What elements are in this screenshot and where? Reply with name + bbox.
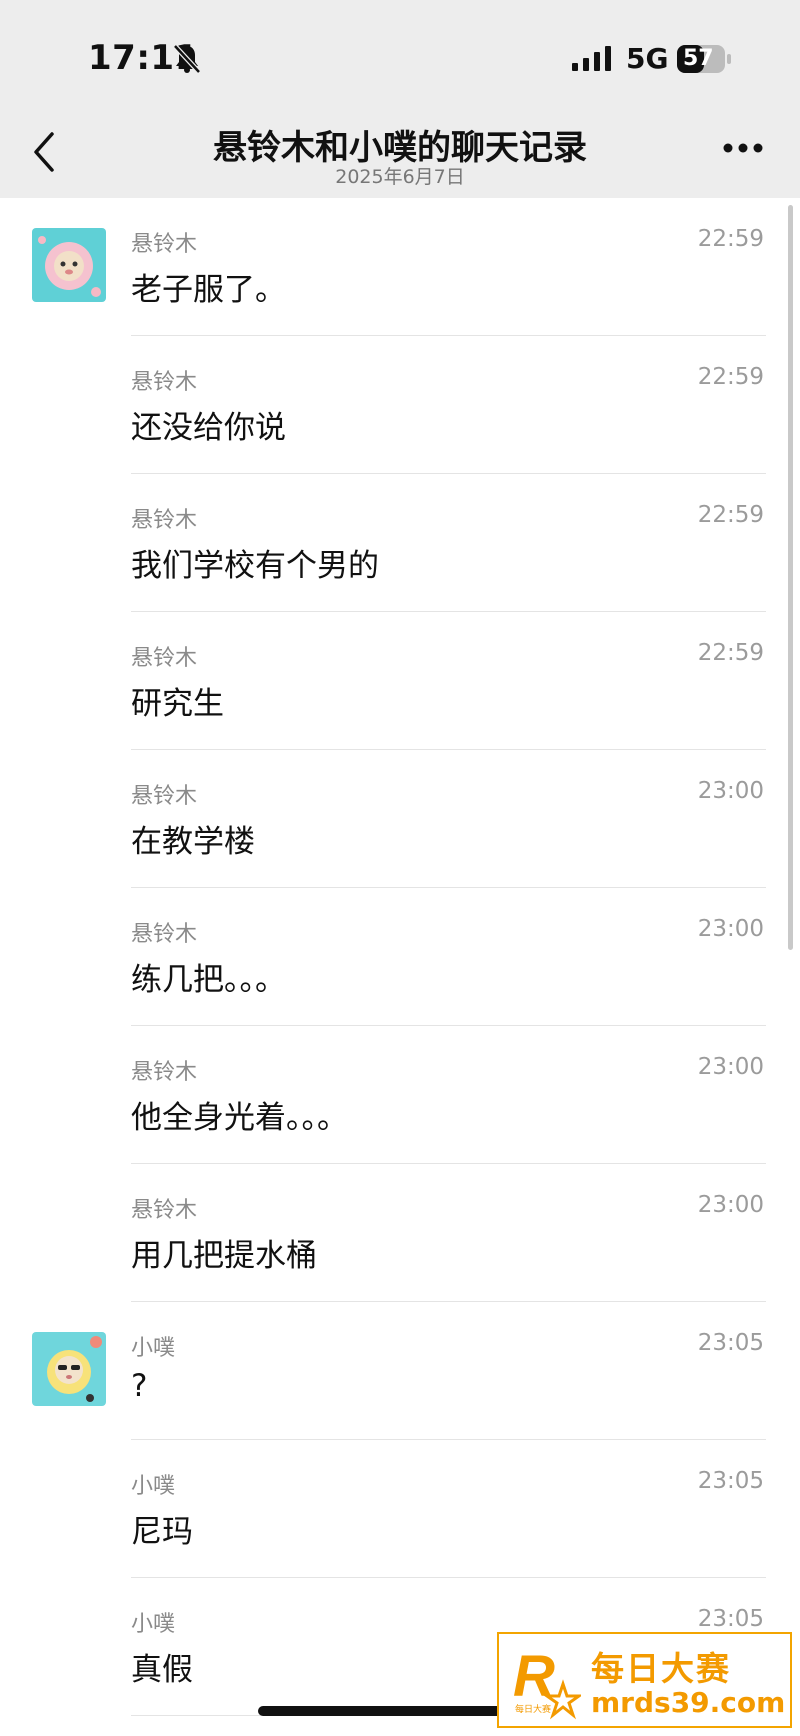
sender-name: 悬铃木 bbox=[131, 646, 198, 671]
avatar[interactable] bbox=[32, 228, 106, 302]
list-item[interactable]: 悬铃木 23:00 在教学楼 bbox=[0, 750, 800, 888]
sender-name: 悬铃木 bbox=[131, 1198, 198, 1223]
svg-text:每日大赛: 每日大赛 bbox=[515, 1703, 551, 1715]
watermark-logo: R 每日大赛 bbox=[513, 1644, 581, 1720]
watermark-url: mrds39.com bbox=[591, 1686, 786, 1719]
message-time: 22:59 bbox=[697, 226, 764, 252]
message-time: 23:00 bbox=[697, 1192, 764, 1218]
message-text: 练几把。。。 bbox=[131, 962, 286, 998]
list-item[interactable]: 悬铃木 23:00 他全身光着。。。 bbox=[0, 1026, 800, 1164]
sender-name: 小噗 bbox=[131, 1612, 176, 1637]
sender-name: 悬铃木 bbox=[131, 508, 198, 533]
list-item[interactable]: 悬铃木 23:00 用几把提水桶 bbox=[0, 1164, 800, 1302]
message-time: 23:05 bbox=[697, 1468, 764, 1494]
message-time: 23:05 bbox=[697, 1606, 764, 1632]
list-item[interactable]: 悬铃木 22:59 研究生 bbox=[0, 612, 800, 750]
message-text: 我们学校有个男的 bbox=[131, 548, 379, 584]
avatar[interactable] bbox=[32, 1332, 106, 1406]
message-text: 用几把提水桶 bbox=[131, 1238, 317, 1274]
message-time: 22:59 bbox=[697, 364, 764, 390]
message-text: 尼玛 bbox=[131, 1514, 193, 1550]
battery-level: 57 bbox=[683, 46, 714, 71]
message-text: 还没给你说 bbox=[131, 410, 286, 446]
message-time: 23:00 bbox=[697, 916, 764, 942]
list-item[interactable]: 悬铃木 22:59 我们学校有个男的 bbox=[0, 474, 800, 612]
page-date: 2025年6月7日 bbox=[335, 166, 465, 188]
bell-slash-icon bbox=[173, 44, 201, 74]
message-time: 23:00 bbox=[697, 778, 764, 804]
sender-name: 悬铃木 bbox=[131, 232, 198, 257]
message-text: 真假 bbox=[131, 1652, 193, 1688]
sender-name: 小噗 bbox=[131, 1474, 176, 1499]
message-text: 研究生 bbox=[131, 686, 224, 722]
list-item[interactable]: 悬铃木 22:59 还没给你说 bbox=[0, 336, 800, 474]
message-text: ? bbox=[131, 1368, 148, 1404]
more-button[interactable] bbox=[722, 142, 764, 154]
list-item[interactable]: 悬铃木 23:00 练几把。。。 bbox=[0, 888, 800, 1026]
message-time: 23:00 bbox=[697, 1054, 764, 1080]
list-item[interactable]: 小噗 23:05 尼玛 bbox=[0, 1440, 800, 1578]
sender-name: 悬铃木 bbox=[131, 1060, 198, 1085]
watermark: R 每日大赛 每日大赛 mrds39.com bbox=[497, 1632, 792, 1728]
message-list: 悬铃木 22:59 老子服了。 悬铃木 22:59 还没给你说 悬铃木 22:5… bbox=[0, 198, 800, 1716]
watermark-title: 每日大赛 bbox=[591, 1649, 731, 1688]
message-time: 23:05 bbox=[697, 1330, 764, 1356]
network-label: 5G bbox=[626, 42, 669, 75]
signal-bars-icon bbox=[572, 46, 611, 71]
sender-name: 小噗 bbox=[131, 1336, 176, 1361]
list-item[interactable]: 悬铃木 22:59 老子服了。 bbox=[0, 198, 800, 336]
back-button[interactable] bbox=[30, 128, 58, 176]
message-text: 在教学楼 bbox=[131, 824, 255, 860]
sender-name: 悬铃木 bbox=[131, 370, 198, 395]
message-text: 老子服了。 bbox=[131, 272, 286, 308]
sender-name: 悬铃木 bbox=[131, 922, 198, 947]
list-item[interactable]: 小噗 23:05 ? bbox=[0, 1302, 800, 1440]
message-time: 22:59 bbox=[697, 502, 764, 528]
message-text: 他全身光着。。。 bbox=[131, 1100, 348, 1136]
message-time: 22:59 bbox=[697, 640, 764, 666]
sender-name: 悬铃木 bbox=[131, 784, 198, 809]
svg-text:R: R bbox=[513, 1644, 555, 1709]
